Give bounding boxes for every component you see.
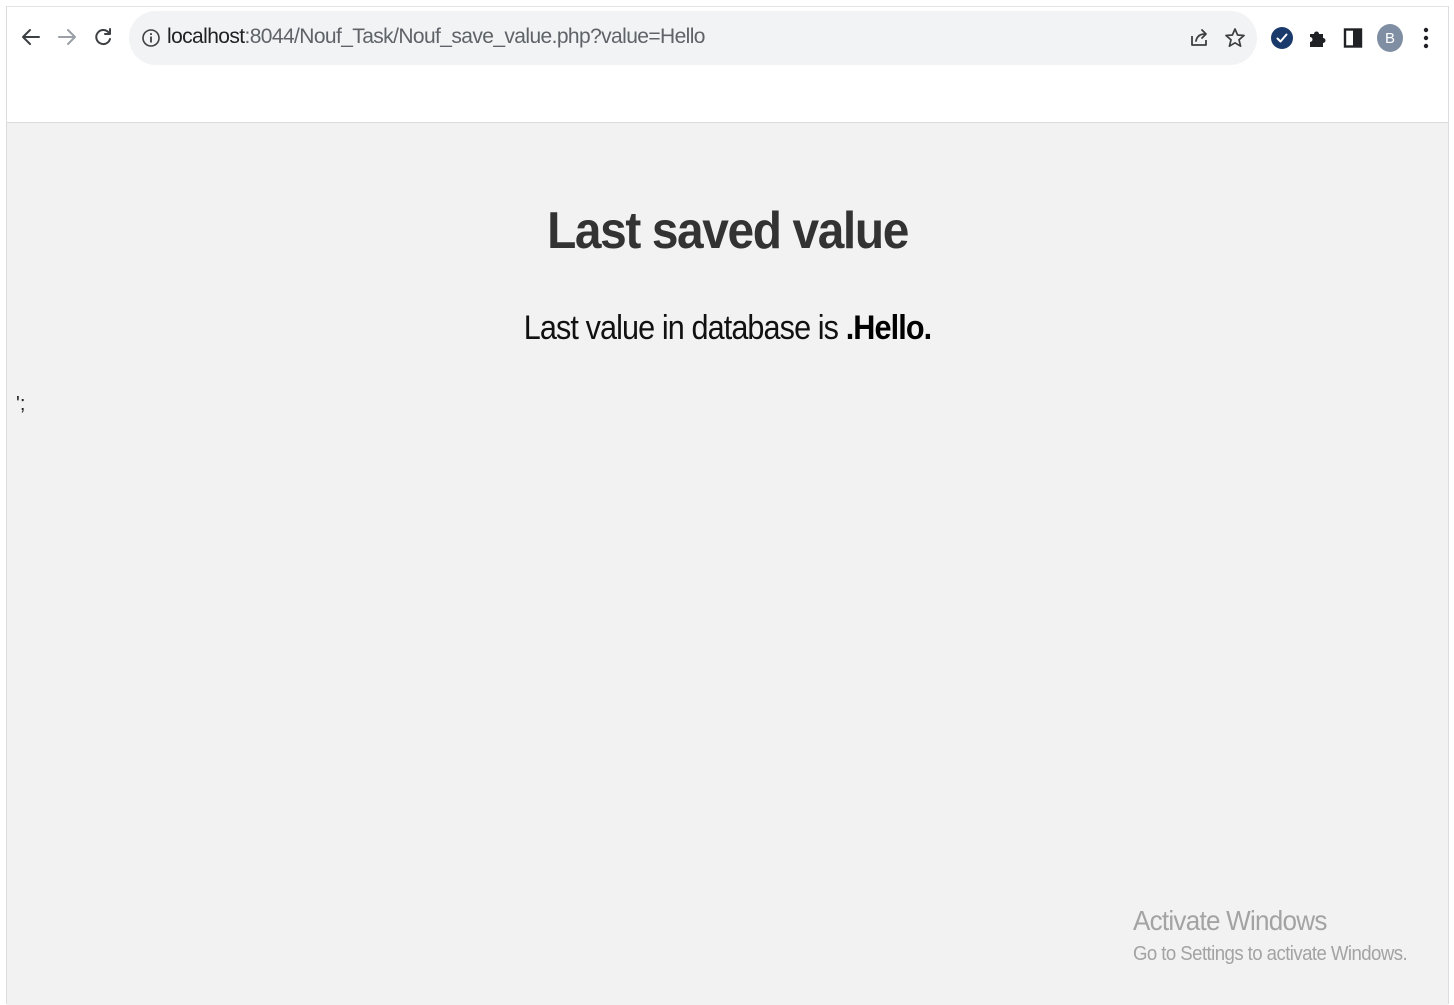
browser-window: localhost:8044/Nouf_Task/Nouf_save_value… bbox=[6, 6, 1449, 1005]
share-icon[interactable] bbox=[1187, 26, 1211, 50]
arrow-left-icon bbox=[22, 29, 40, 45]
arrow-right-icon bbox=[58, 29, 76, 45]
stray-text: '; bbox=[16, 393, 26, 415]
browser-menu-button[interactable] bbox=[1413, 25, 1439, 51]
browser-toolbar: localhost:8044/Nouf_Task/Nouf_save_value… bbox=[7, 7, 1448, 123]
watermark-title: Activate Windows bbox=[1133, 905, 1327, 936]
puzzle-icon bbox=[1310, 31, 1326, 47]
saved-value: .Hello. bbox=[845, 309, 932, 347]
address-bar[interactable]: localhost:8044/Nouf_Task/Nouf_save_value… bbox=[129, 11, 1257, 65]
check-circle-icon bbox=[1271, 27, 1293, 49]
reload-icon bbox=[95, 28, 111, 46]
activate-windows-watermark: Activate Windows Go to Settings to activ… bbox=[1133, 905, 1428, 966]
side-panel-button[interactable] bbox=[1340, 25, 1366, 51]
reload-button[interactable] bbox=[87, 21, 119, 53]
profile-avatar[interactable]: B bbox=[1377, 24, 1403, 52]
star-icon[interactable] bbox=[1223, 26, 1247, 50]
page-title: Last saved value bbox=[547, 202, 909, 260]
side-panel-icon bbox=[1343, 28, 1363, 48]
url-path: :8044/Nouf_Task/Nouf_save_value.php?valu… bbox=[244, 25, 705, 48]
watermark-subtitle: Go to Settings to activate Windows. bbox=[1133, 943, 1408, 965]
page-content: Last saved value Last value in database … bbox=[7, 123, 1448, 1005]
info-icon[interactable] bbox=[141, 28, 161, 48]
url-host: localhost bbox=[167, 25, 245, 48]
back-button[interactable] bbox=[15, 21, 47, 53]
extensions-button[interactable] bbox=[1304, 25, 1330, 51]
forward-button[interactable] bbox=[51, 21, 83, 53]
url-text[interactable]: localhost:8044/Nouf_Task/Nouf_save_value… bbox=[167, 25, 705, 49]
kebab-menu-icon bbox=[1423, 27, 1429, 49]
message-prefix: Last value in database is bbox=[523, 309, 846, 347]
extension-check-button[interactable] bbox=[1269, 25, 1295, 51]
saved-value-message: Last value in database is .Hello. bbox=[79, 309, 1376, 348]
